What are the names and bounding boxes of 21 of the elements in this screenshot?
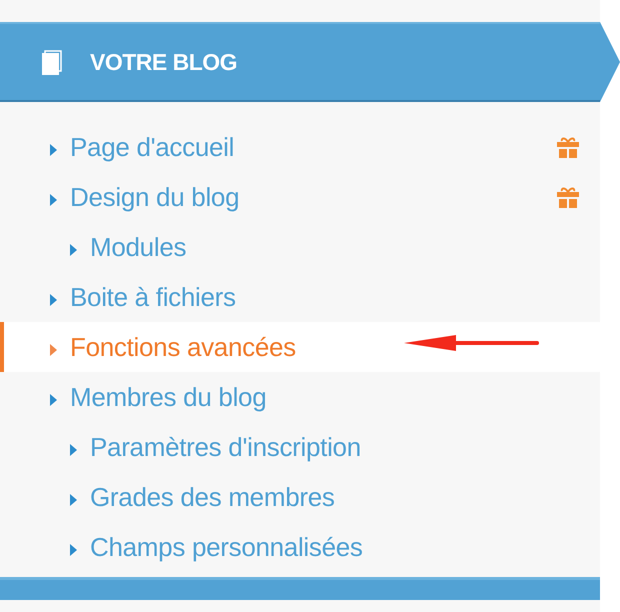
menu-item[interactable]: Fonctions avancées	[0, 322, 600, 372]
menu-item[interactable]: Champs personnalisées	[0, 522, 600, 572]
menu-item[interactable]: Page d'accueil	[0, 122, 600, 172]
menu-item[interactable]: Paramètres d'inscription	[0, 422, 600, 472]
caret-icon	[70, 244, 77, 256]
caret-icon	[50, 294, 57, 306]
caret-icon	[50, 394, 57, 406]
section-title: VOTRE BLOG	[90, 48, 238, 76]
section-header[interactable]	[0, 577, 600, 600]
caret-icon	[50, 144, 57, 156]
menu-item[interactable]: Design du blog	[0, 172, 600, 222]
caret-icon	[70, 494, 77, 506]
menu-item[interactable]: Modules	[0, 222, 600, 272]
menu-item[interactable]: Membres du blog	[0, 372, 600, 422]
caret-icon	[50, 194, 57, 206]
caret-icon	[70, 444, 77, 456]
menu-item[interactable]: Grades des membres	[0, 472, 600, 522]
menu-item[interactable]: Boite à fichiers	[0, 272, 600, 322]
book-icon	[42, 49, 64, 75]
caret-icon	[50, 344, 57, 356]
caret-icon	[70, 544, 77, 556]
